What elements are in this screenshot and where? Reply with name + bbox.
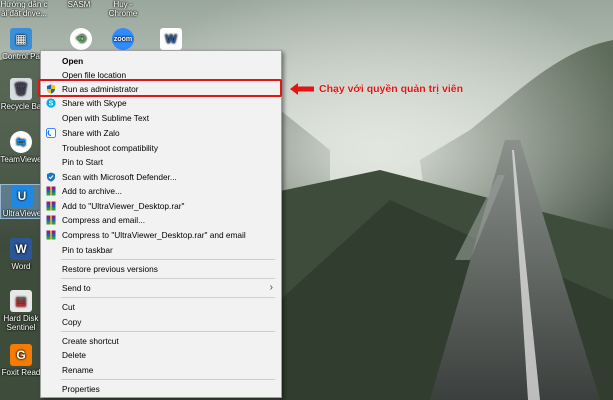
desktop-icon-label: Foxit Read	[1, 368, 41, 377]
menu-item-label: Add to "UltraViewer_Desktop.rar"	[62, 201, 185, 211]
menu-item-label: Properties	[62, 384, 100, 394]
menu-item-properties[interactable]: Properties	[41, 382, 281, 396]
desktop-icon-ultraviewer[interactable]: U UltraViewe	[0, 184, 44, 219]
menu-item-pin-to-start[interactable]: Pin to Start	[41, 155, 281, 169]
menu-item-label: Troubleshoot compatibility	[62, 143, 159, 153]
menu-item-delete[interactable]: Delete	[41, 348, 281, 362]
desktop-icon-recycle-bin[interactable]: 🗑 Recycle Ba	[0, 78, 42, 111]
desktop-icon-label: Chrome	[108, 9, 138, 18]
menu-item-label: Open with Sublime Text	[62, 113, 150, 123]
desktop-icon-label: SASM	[67, 0, 91, 9]
menu-item-share-with-zalo[interactable]: Share with Zalo	[41, 126, 281, 140]
hard-disk-sentinel-icon: ▤	[10, 290, 32, 312]
menu-item-restore-previous-versions[interactable]: Restore previous versions	[41, 262, 281, 276]
annotation: Chạy với quyền quản trị viên	[290, 81, 463, 97]
menu-item-label: Add to archive...	[62, 186, 122, 196]
menu-item-label: Compress and email...	[62, 215, 146, 225]
highlight-box	[38, 79, 282, 97]
menu-item-create-shortcut[interactable]: Create shortcut	[41, 334, 281, 348]
zalo-icon	[46, 128, 56, 138]
menu-item-compress-to-rar-and-email[interactable]: Compress to "UltraViewer_Desktop.rar" an…	[41, 228, 281, 242]
desktop-icon-label: Hướng dẫn c	[0, 0, 48, 9]
menu-item-label: Share with Zalo	[62, 128, 120, 138]
menu-item-scan-with-defender[interactable]: Scan with Microsoft Defender...	[41, 170, 281, 184]
word-icon: W	[10, 238, 32, 260]
context-menu: Open Open file location Run as administr…	[40, 50, 282, 398]
menu-item-label: Send to	[62, 283, 91, 293]
menu-item-pin-to-taskbar[interactable]: Pin to taskbar	[41, 243, 281, 257]
desktop-icon-label: Huy -	[113, 0, 133, 9]
zoom-icon: zoom	[112, 28, 134, 50]
winrar-icon	[46, 201, 56, 211]
desktop-icon-word[interactable]: W Word	[0, 238, 42, 271]
menu-item-send-to[interactable]: Send to ›	[41, 281, 281, 295]
menu-item-open[interactable]: Open	[41, 54, 281, 68]
menu-separator	[61, 331, 275, 332]
menu-item-label: Pin to Start	[62, 157, 104, 167]
desktop-icon-label: UltraViewe	[2, 209, 42, 218]
menu-separator	[61, 259, 275, 260]
desktop-icon-label: Sentinel	[6, 323, 36, 332]
defender-icon	[47, 172, 55, 182]
desktop-icon-label: Control Pa	[2, 52, 40, 61]
winrar-icon	[46, 215, 56, 225]
menu-item-label: Open	[62, 56, 84, 66]
desktop-icon-control-panel[interactable]: ▦ Control Pa	[0, 28, 42, 61]
desktop-icon-sasm[interactable]: ⟲	[60, 28, 102, 52]
desktop-icon-word-doc[interactable]: W	[150, 28, 192, 52]
recycle-bin-icon: 🗑	[10, 78, 32, 100]
menu-item-rename[interactable]: Rename	[41, 363, 281, 377]
winrar-icon	[46, 230, 56, 240]
desktop-icon-sasm-label[interactable]: SASM	[58, 0, 100, 9]
sasm-icon: ⟲	[70, 28, 92, 50]
menu-item-label: Pin to taskbar	[62, 245, 113, 255]
desktop-icon-label: ài đặt drive...	[1, 9, 47, 18]
menu-separator	[61, 297, 275, 298]
menu-item-copy[interactable]: Copy	[41, 315, 281, 329]
word-doc-icon: W	[160, 28, 182, 50]
desktop-icon-chrome-label[interactable]: Huy - Chrome	[102, 0, 144, 18]
menu-item-share-with-skype[interactable]: S Share with Skype	[41, 96, 281, 110]
chevron-right-icon: ›	[269, 282, 273, 293]
desktop-icon-hard-disk-sentinel[interactable]: ▤ Hard Disk Sentinel	[0, 290, 42, 332]
skype-icon: S	[46, 98, 56, 108]
foxit-reader-icon: G	[10, 344, 32, 366]
menu-item-troubleshoot-compatibility[interactable]: Troubleshoot compatibility	[41, 141, 281, 155]
desktop-icon-zoom[interactable]: zoom	[102, 28, 144, 52]
menu-item-add-to-archive[interactable]: Add to archive...	[41, 184, 281, 198]
arrow-left-icon	[290, 83, 314, 95]
menu-item-label: Cut	[62, 302, 75, 312]
menu-item-compress-and-email[interactable]: Compress and email...	[41, 213, 281, 227]
desktop-icon-teamviewer[interactable]: ⇆ TeamViewe	[0, 131, 42, 164]
menu-item-label: Rename	[62, 365, 94, 375]
menu-item-label: Restore previous versions	[62, 264, 158, 274]
control-panel-icon: ▦	[10, 28, 32, 50]
desktop-icon-label: Hard Disk	[3, 314, 39, 323]
desktop-icon-label: Word	[11, 262, 31, 271]
menu-item-label: Delete	[62, 350, 86, 360]
desktop-icon-label: TeamViewe	[0, 155, 42, 164]
annotation-text: Chạy với quyền quản trị viên	[319, 83, 463, 95]
desktop-icon-huong-dan[interactable]: Hướng dẫn c ài đặt drive...	[0, 0, 48, 18]
winrar-icon	[46, 186, 56, 196]
teamviewer-icon: ⇆	[10, 131, 32, 153]
desktop-icon-label: Recycle Ba	[0, 102, 42, 111]
menu-item-add-to-rar[interactable]: Add to "UltraViewer_Desktop.rar"	[41, 199, 281, 213]
menu-item-label: Create shortcut	[62, 336, 119, 346]
menu-separator	[61, 278, 275, 279]
menu-item-label: Compress to "UltraViewer_Desktop.rar" an…	[62, 230, 246, 240]
svg-text:S: S	[49, 101, 54, 108]
menu-item-label: Scan with Microsoft Defender...	[62, 172, 177, 182]
menu-item-open-with-sublime[interactable]: Open with Sublime Text	[41, 111, 281, 125]
ultraviewer-icon: U	[11, 185, 33, 207]
menu-item-label: Share with Skype	[62, 98, 127, 108]
desktop-icon-foxit-reader[interactable]: G Foxit Read	[0, 344, 42, 377]
menu-item-label: Copy	[62, 317, 82, 327]
menu-separator	[61, 379, 275, 380]
menu-item-cut[interactable]: Cut	[41, 300, 281, 314]
